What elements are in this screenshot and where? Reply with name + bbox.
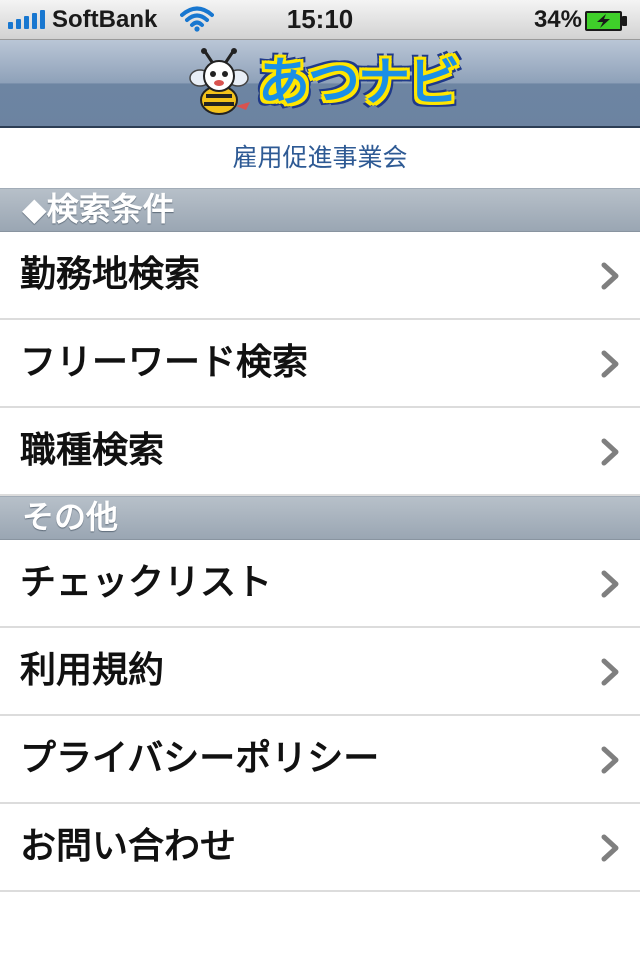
section-header-other: その他 <box>0 496 640 540</box>
chevron-right-icon <box>601 658 619 686</box>
app-screen: SoftBank 15:10 34% あつナビ 雇用促進事業会 ◆検索条件 勤務… <box>0 0 640 960</box>
chevron-right-icon <box>601 262 619 290</box>
list-item-label: チェックリスト <box>20 562 273 603</box>
list-item-label: 職種検索 <box>20 430 165 471</box>
bee-mascot-icon <box>189 48 250 115</box>
list-item-label: フリーワード検索 <box>20 342 309 383</box>
chevron-right-icon <box>601 834 619 862</box>
chevron-right-icon <box>601 438 619 466</box>
chevron-right-icon <box>601 746 619 774</box>
app-logo: あつナビ <box>186 48 460 120</box>
list-item-job-type-search[interactable]: 職種検索 <box>0 408 640 496</box>
list-item-label: 勤務地検索 <box>20 254 201 295</box>
status-bar: SoftBank 15:10 34% <box>0 0 640 40</box>
list-item-privacy-policy[interactable]: プライバシーポリシー <box>0 716 640 804</box>
list-item-terms-of-use[interactable]: 利用規約 <box>0 628 640 716</box>
list-item-label: プライバシーポリシー <box>20 738 380 779</box>
page-subtitle: 雇用促進事業会 <box>232 143 408 172</box>
list-item-label: お問い合わせ <box>20 826 237 867</box>
navigation-bar: あつナビ <box>0 40 640 128</box>
chevron-right-icon <box>601 350 619 378</box>
list-item-location-search[interactable]: 勤務地検索 <box>0 232 640 320</box>
section-header-search: ◆検索条件 <box>0 188 640 232</box>
list-item-label: 利用規約 <box>20 650 165 691</box>
chevron-right-icon <box>601 570 619 598</box>
list-item-checklist[interactable]: チェックリスト <box>0 540 640 628</box>
battery-charging-icon <box>585 11 627 31</box>
list-item-contact[interactable]: お問い合わせ <box>0 804 640 892</box>
list-item-freeword-search[interactable]: フリーワード検索 <box>0 320 640 408</box>
battery-percent: 34% <box>533 6 582 33</box>
logo-text: あつナビ <box>258 53 460 113</box>
